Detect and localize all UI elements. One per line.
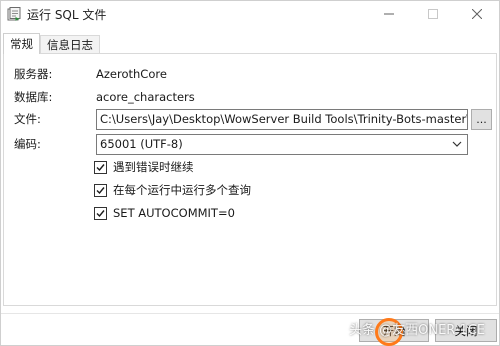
encoding-label: 编码: [14,137,41,151]
multiple-queries-label: 在每个运行中运行多个查询 [113,183,251,197]
close-button[interactable] [455,1,499,27]
chevron-down-icon [450,137,464,151]
option-autocommit[interactable]: SET AUTOCOMMIT=0 [94,204,235,222]
close-dialog-button[interactable]: 关闭 [435,319,497,342]
file-label: 文件: [14,112,41,126]
footer-separator [1,313,499,314]
app-icon [7,7,21,21]
multiple-queries-checkbox[interactable] [94,183,107,197]
close-dialog-button-label: 关闭 [454,323,478,338]
server-value: AzerothCore [96,67,167,81]
start-button-label: 开始 [382,323,406,338]
tab-message-log[interactable]: 信息日志 [40,35,100,54]
database-value: acore_characters [96,90,195,104]
tab-message-log-label: 信息日志 [47,38,93,52]
window-controls [367,1,499,27]
encoding-row: 编码: 65001 (UTF-8) [14,133,468,155]
autocommit-label: SET AUTOCOMMIT=0 [113,206,235,220]
file-row: 文件: C:\Users\Jay\Desktop\WowServer Build… [14,108,492,130]
start-button[interactable]: 开始 [359,319,429,342]
checkmark-icon [96,163,105,171]
checkmark-icon [96,186,105,194]
title-bar: 运行 SQL 文件 [1,1,499,27]
tab-general-label: 常规 [10,37,33,51]
run-sql-file-dialog: 运行 SQL 文件 常规 信息日志 服务器: AzerothCore 数据库: … [0,0,500,346]
autocommit-checkbox[interactable] [94,206,107,220]
server-label: 服务器: [14,67,53,81]
window-title: 运行 SQL 文件 [27,7,107,22]
encoding-select[interactable]: 65001 (UTF-8) [96,133,468,155]
file-path-input[interactable]: C:\Users\Jay\Desktop\WowServer Build Too… [96,108,468,130]
close-icon [472,9,482,19]
maximize-icon [428,9,438,19]
option-continue-on-error[interactable]: 遇到错误时继续 [94,158,194,176]
database-row: 数据库: acore_characters [14,87,195,107]
encoding-value: 65001 (UTF-8) [100,137,183,151]
server-row: 服务器: AzerothCore [14,64,167,84]
continue-on-error-checkbox[interactable] [94,160,107,174]
checkmark-icon [96,209,105,217]
tab-general[interactable]: 常规 [3,33,40,54]
minimize-icon [384,13,394,15]
maximize-button[interactable] [411,1,455,27]
database-label: 数据库: [14,90,53,104]
option-multiple-queries[interactable]: 在每个运行中运行多个查询 [94,181,251,199]
general-panel: 服务器: AzerothCore 数据库: acore_characters 文… [3,53,497,306]
browse-file-label: ... [476,112,487,126]
browse-file-button[interactable]: ... [471,108,492,130]
tab-strip: 常规 信息日志 [3,33,100,54]
file-path-value: C:\Users\Jay\Desktop\WowServer Build Too… [100,112,468,126]
minimize-button[interactable] [367,1,411,27]
continue-on-error-label: 遇到错误时继续 [113,160,194,174]
